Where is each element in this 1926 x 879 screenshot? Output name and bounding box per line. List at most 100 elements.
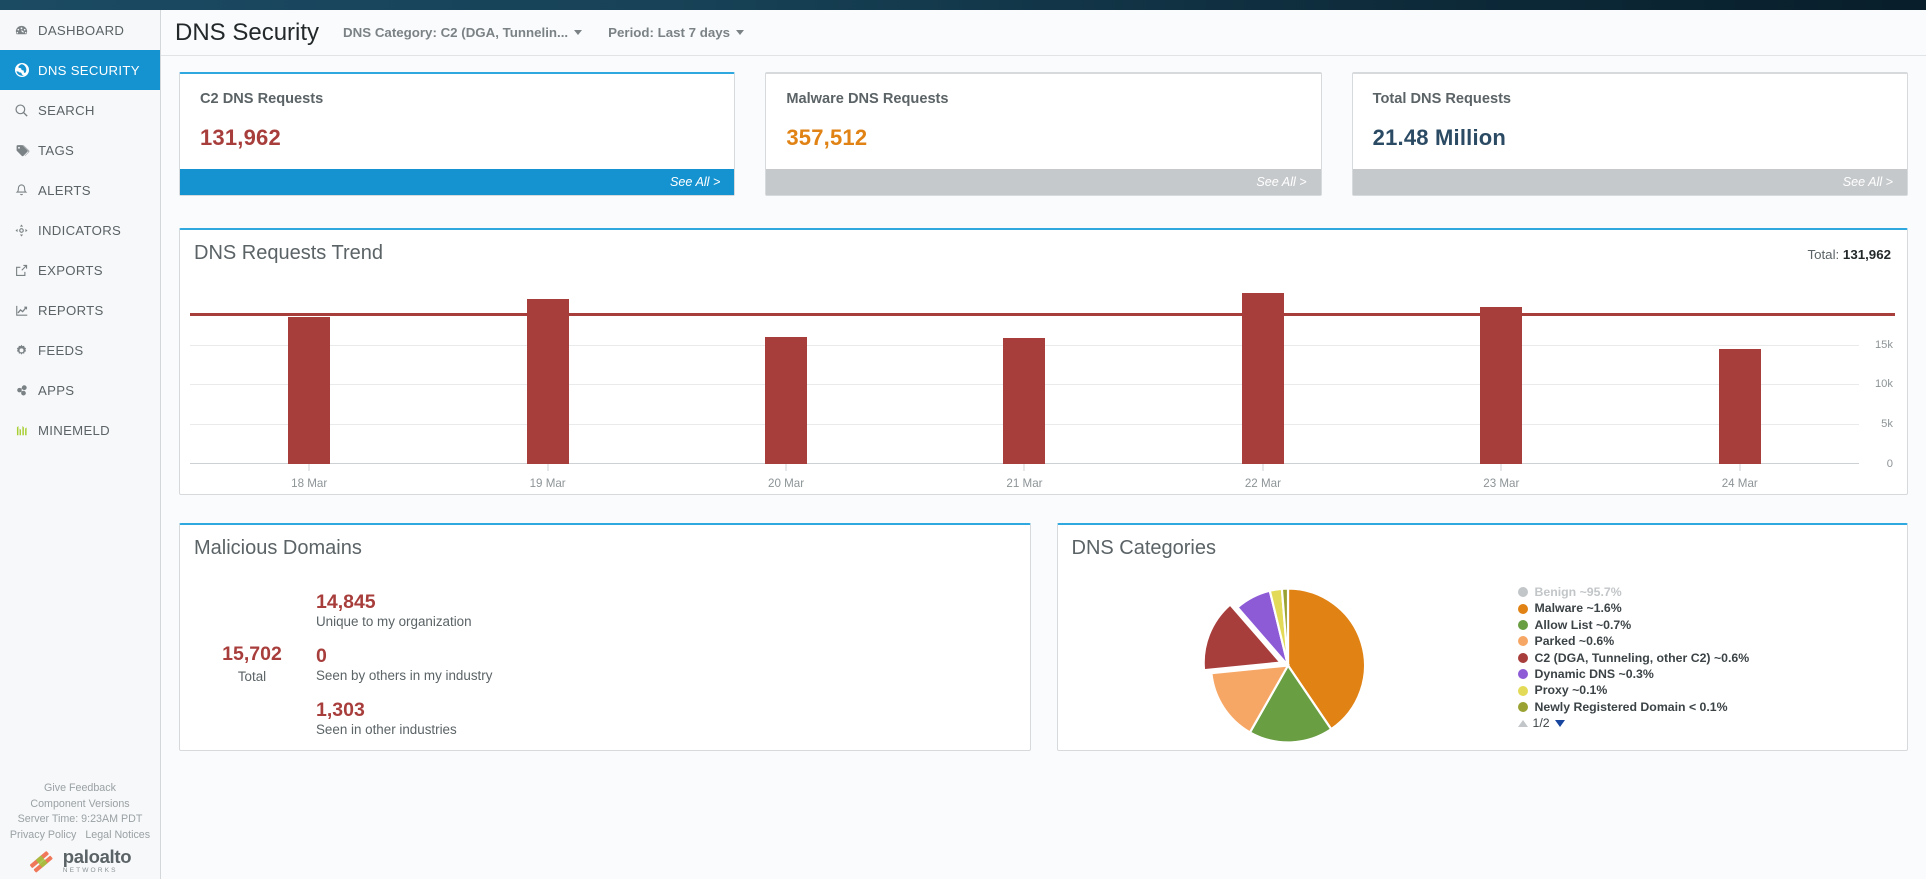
kpi-value: 357,512 xyxy=(786,125,868,150)
legend-page-up-icon[interactable] xyxy=(1517,719,1528,727)
sidebar-item-label: EXPORTS xyxy=(38,262,103,278)
x-axis-tick-label: 21 Mar xyxy=(1006,477,1043,490)
legend-item[interactable]: Malware ~1.6% xyxy=(1517,600,1900,616)
bar[interactable] xyxy=(288,316,331,464)
bar[interactable] xyxy=(1718,348,1761,464)
sidebar-item-reports[interactable]: REPORTS xyxy=(0,290,160,330)
sidebar-item-search[interactable]: SEARCH xyxy=(0,90,160,130)
see-all-button[interactable]: See All > xyxy=(766,169,1321,195)
x-axis-tick-label: 22 Mar xyxy=(1244,477,1281,490)
kpi-card-total-dns-requests[interactable]: Total DNS Requests 21.48 Million See All… xyxy=(1351,72,1908,196)
malicious-domains-body: 15,702 Total 14,845 Unique to my organiz… xyxy=(180,560,1030,737)
legend-item[interactable]: Allow List ~0.7% xyxy=(1517,617,1900,633)
dns-categories-body: Benign ~95.7% Malware ~1.6% Allow List ~0.… xyxy=(1058,560,1908,750)
dashboard-icon xyxy=(14,21,38,39)
kpi-title: Malware DNS Requests xyxy=(786,91,949,107)
server-time-label: Server Time: 9:23AM PDT xyxy=(17,813,143,826)
legend-color-dot xyxy=(1517,652,1528,663)
page-header: DNS Security DNS Category: C2 (DGA, Tunn… xyxy=(161,10,1926,56)
panel-title: DNS Categories xyxy=(1071,537,1217,559)
sidebar-footer: Give Feedback Component Versions Server … xyxy=(0,781,160,879)
bar[interactable] xyxy=(765,336,808,464)
legend-item[interactable]: Proxy ~0.1% xyxy=(1517,682,1900,698)
minemeld-icon xyxy=(14,421,38,439)
x-axis-tick-label: 20 Mar xyxy=(768,477,805,490)
sidebar-item-minemeld[interactable]: MINEMELD xyxy=(0,410,160,450)
dns-categories-panel: DNS Categories Benign ~95.7% Malware ~1.6… xyxy=(1056,523,1908,751)
component-versions-link[interactable]: Component Versions xyxy=(0,797,160,812)
sidebar-item-tags[interactable]: TAGS xyxy=(0,130,160,170)
legend-item[interactable]: Parked ~0.6% xyxy=(1517,633,1900,649)
sidebar-item-feeds[interactable]: FEEDS xyxy=(0,330,160,370)
sidebar-item-dns-security[interactable]: DNS SECURITY xyxy=(0,50,160,90)
malicious-domains-total: 15,702 Total xyxy=(204,643,300,684)
search-icon xyxy=(14,101,38,119)
kpi-body: C2 DNS Requests 131,962 xyxy=(180,74,734,169)
sidebar-item-label: DASHBOARD xyxy=(38,22,125,38)
sidebar-item-exports[interactable]: EXPORTS xyxy=(0,250,160,290)
kpi-value: 21.48 Million xyxy=(1372,125,1507,150)
see-all-button[interactable]: See All > xyxy=(1352,169,1907,195)
bar[interactable] xyxy=(1241,292,1284,464)
breakdown-label: Unique to my organization xyxy=(316,614,472,629)
paloalto-logo-text: paloalto NETWORKS xyxy=(63,847,132,875)
total-value: 15,702 xyxy=(222,643,282,665)
legend-item[interactable]: Newly Registered Domain < 0.1% xyxy=(1517,699,1900,715)
sidebar-item-label: DNS SECURITY xyxy=(38,62,140,78)
dns-category-filter-dropdown[interactable]: DNS Category: C2 (DGA, Tunnelin... xyxy=(343,25,583,40)
legend-page-down-icon[interactable] xyxy=(1554,719,1565,727)
x-axis-tick xyxy=(785,464,787,471)
dns-categories-pie-chart xyxy=(1058,572,1518,753)
see-all-label: See All > xyxy=(1256,175,1307,189)
x-axis-tick xyxy=(1500,464,1502,471)
legend-color-dot xyxy=(1517,702,1528,713)
dns-category-filter-label: DNS Category: C2 (DGA, Tunnelin... xyxy=(343,25,569,40)
sidebar-item-apps[interactable]: APPS xyxy=(0,370,160,410)
y-axis-tick-label: 5k xyxy=(1881,418,1893,431)
sidebar-item-indicators[interactable]: INDICATORS xyxy=(0,210,160,250)
legend-item[interactable]: Benign ~95.7% xyxy=(1517,584,1900,600)
bar[interactable] xyxy=(526,299,569,464)
sidebar-item-label: ALERTS xyxy=(38,182,91,198)
legend-item[interactable]: C2 (DGA, Tunneling, other C2) ~0.6% xyxy=(1517,650,1900,666)
breakdown-value: 1,303 xyxy=(316,699,365,721)
content-area: C2 DNS Requests 131,962 See All > Malwar… xyxy=(161,56,1926,751)
see-all-label: See All > xyxy=(670,175,721,189)
sidebar-item-alerts[interactable]: ALERTS xyxy=(0,170,160,210)
bar[interactable] xyxy=(1003,338,1046,464)
period-filter-dropdown[interactable]: Period: Last 7 days xyxy=(608,25,745,40)
breakdown-value: 0 xyxy=(316,645,327,667)
x-axis-tick xyxy=(1262,464,1264,471)
legend-color-dot xyxy=(1517,669,1528,680)
breakdown-label: Seen in other industries xyxy=(316,722,457,737)
bar[interactable] xyxy=(1480,306,1523,464)
y-axis-tick-label: 10k xyxy=(1874,378,1893,391)
sidebar-item-label: SEARCH xyxy=(38,102,95,118)
legend-label: Allow List ~0.7% xyxy=(1534,617,1632,632)
kpi-card-malware-dns-requests[interactable]: Malware DNS Requests 357,512 See All > xyxy=(765,72,1322,196)
privacy-policy-link[interactable]: Privacy Policy xyxy=(10,829,77,841)
period-filter-label: Period: Last 7 days xyxy=(608,25,731,40)
see-all-button[interactable]: See All > xyxy=(180,169,735,195)
legal-links-row: Privacy Policy Legal Notices xyxy=(0,828,160,843)
dns-categories-legend: Benign ~95.7% Malware ~1.6% Allow List ~0.… xyxy=(1517,572,1908,730)
sidebar-item-label: TAGS xyxy=(38,142,75,158)
legal-notices-link[interactable]: Legal Notices xyxy=(85,829,150,841)
y-axis-tick-label: 0 xyxy=(1886,458,1893,470)
kpi-title: C2 DNS Requests xyxy=(200,91,324,107)
chevron-down-icon xyxy=(574,30,583,35)
x-axis-tick-label: 18 Mar xyxy=(291,477,328,490)
list-item: 0 Seen by others in my industry xyxy=(316,644,492,683)
indicator-icon xyxy=(14,221,38,239)
give-feedback-link[interactable]: Give Feedback xyxy=(0,781,160,796)
sidebar-item-dashboard[interactable]: DASHBOARD xyxy=(0,10,160,50)
x-axis-tick xyxy=(1739,464,1741,471)
sidebar-item-label: REPORTS xyxy=(38,302,104,318)
legend-label: C2 (DGA, Tunneling, other C2) ~0.6% xyxy=(1534,650,1750,665)
kpi-card-c2-dns-requests[interactable]: C2 DNS Requests 131,962 See All > xyxy=(179,72,736,196)
legend-color-dot xyxy=(1517,636,1528,647)
panel-header: Malicious Domains xyxy=(180,525,1030,560)
legend-item[interactable]: Dynamic DNS ~0.3% xyxy=(1517,666,1900,682)
paloalto-logo: paloalto NETWORKS xyxy=(0,847,160,875)
x-axis-tick-label: 19 Mar xyxy=(529,477,566,490)
